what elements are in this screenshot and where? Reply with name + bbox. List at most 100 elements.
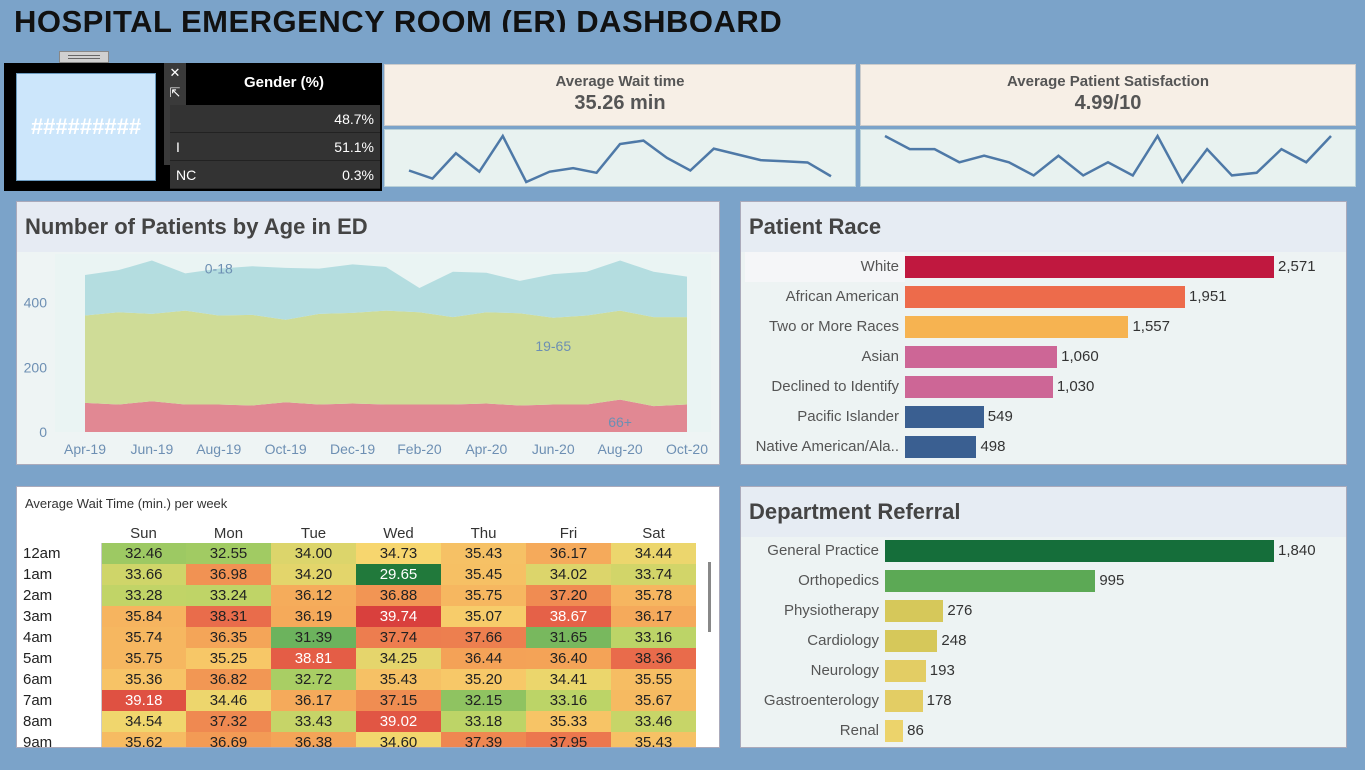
heatmap-cell[interactable]: 35.84 — [101, 606, 186, 627]
gender-row[interactable]: I 51.1% — [170, 133, 380, 161]
bar-value-label: 498 — [980, 438, 1006, 455]
bar[interactable] — [905, 316, 1129, 338]
heatmap-row: 9am 35.62 36.69 36.38 34.60 37.39 37.95 35.43 — [21, 732, 696, 747]
gender-row[interactable]: NC 0.3% — [170, 161, 380, 189]
bar[interactable] — [905, 436, 977, 458]
heatmap-cell[interactable]: 32.72 — [271, 669, 356, 690]
heatmap-cell[interactable]: 36.35 — [186, 627, 271, 648]
bar[interactable] — [905, 346, 1058, 368]
heatmap-cell[interactable]: 33.24 — [186, 585, 271, 606]
heatmap-cell[interactable]: 38.36 — [611, 648, 696, 669]
bar[interactable] — [885, 660, 926, 682]
heatmap-cell[interactable]: 35.62 — [101, 732, 186, 747]
bar[interactable] — [885, 600, 944, 622]
heatmap-cell[interactable]: 34.60 — [356, 732, 441, 747]
heatmap-cell[interactable]: 34.44 — [611, 543, 696, 564]
heatmap-cell[interactable]: 35.45 — [441, 564, 526, 585]
heatmap-cell[interactable]: 32.55 — [186, 543, 271, 564]
heatmap-cell[interactable]: 39.02 — [356, 711, 441, 732]
heatmap-cell[interactable]: 34.73 — [356, 543, 441, 564]
heatmap-cell[interactable]: 37.15 — [356, 690, 441, 711]
heatmap-cell[interactable]: 35.33 — [526, 711, 611, 732]
heatmap-cell[interactable]: 37.66 — [441, 627, 526, 648]
heatmap-cell[interactable]: 36.38 — [271, 732, 356, 747]
heatmap-cell[interactable]: 32.15 — [441, 690, 526, 711]
heatmap-cell[interactable]: 36.17 — [271, 690, 356, 711]
heatmap-cell[interactable]: 35.43 — [356, 669, 441, 690]
area-series-19-65[interactable] — [85, 310, 687, 407]
heatmap-cell[interactable]: 36.98 — [186, 564, 271, 585]
heatmap-cell[interactable]: 31.65 — [526, 627, 611, 648]
bar[interactable] — [885, 630, 938, 652]
heatmap-cell[interactable]: 38.81 — [271, 648, 356, 669]
heatmap-scrollbar[interactable] — [708, 562, 711, 632]
heatmap-cell[interactable]: 34.54 — [101, 711, 186, 732]
heatmap-row-label: 4am — [21, 627, 102, 648]
heatmap-cell[interactable]: 35.20 — [441, 669, 526, 690]
heatmap-cell[interactable]: 35.36 — [101, 669, 186, 690]
heatmap-cell[interactable]: 35.67 — [611, 690, 696, 711]
heatmap-cell[interactable]: 33.18 — [441, 711, 526, 732]
heatmap-cell[interactable]: 34.41 — [526, 669, 611, 690]
bar-value-label: 178 — [926, 692, 952, 709]
heatmap-cell[interactable]: 32.46 — [101, 543, 186, 564]
heatmap-cell[interactable]: 29.65 — [356, 564, 441, 585]
heatmap-cell[interactable]: 35.07 — [441, 606, 526, 627]
heatmap-cell[interactable]: 36.19 — [271, 606, 356, 627]
heatmap-cell[interactable]: 33.74 — [611, 564, 696, 585]
bar[interactable] — [885, 540, 1274, 562]
heatmap-cell[interactable]: 36.17 — [611, 606, 696, 627]
heatmap-cell[interactable]: 34.25 — [356, 648, 441, 669]
heatmap-cell[interactable]: 33.16 — [611, 627, 696, 648]
heatmap-cell[interactable]: 31.39 — [271, 627, 356, 648]
heatmap-cell[interactable]: 35.74 — [101, 627, 186, 648]
heatmap-cell[interactable]: 37.74 — [356, 627, 441, 648]
heatmap-cell[interactable]: 35.75 — [441, 585, 526, 606]
bar[interactable] — [905, 376, 1053, 398]
drag-handle[interactable] — [59, 51, 109, 63]
heatmap-cell[interactable]: 39.18 — [101, 690, 186, 711]
heatmap-cell[interactable]: 35.43 — [441, 543, 526, 564]
heatmap-cell[interactable]: 36.40 — [526, 648, 611, 669]
open-icon[interactable]: ⇱ — [170, 85, 181, 101]
heatmap-cell[interactable]: 35.25 — [186, 648, 271, 669]
bar-row[interactable] — [741, 716, 1346, 746]
bar[interactable] — [885, 720, 904, 742]
heatmap-cell[interactable]: 35.78 — [611, 585, 696, 606]
heatmap-cell[interactable]: 35.55 — [611, 669, 696, 690]
heatmap-cell[interactable]: 36.69 — [186, 732, 271, 747]
heatmap-cell[interactable]: 37.39 — [441, 732, 526, 747]
heatmap-cell[interactable]: 38.67 — [526, 606, 611, 627]
heatmap-cell[interactable]: 37.32 — [186, 711, 271, 732]
heatmap-column-header: Mon — [213, 524, 244, 542]
heatmap-cell[interactable]: 33.16 — [526, 690, 611, 711]
heatmap-cell[interactable]: 34.46 — [186, 690, 271, 711]
bar[interactable] — [905, 256, 1274, 278]
heatmap-row-label: 2am — [21, 585, 102, 606]
heatmap-cell[interactable]: 36.88 — [356, 585, 441, 606]
heatmap-cell[interactable]: 39.74 — [356, 606, 441, 627]
heatmap-cell[interactable]: 36.12 — [271, 585, 356, 606]
heatmap-cell[interactable]: 38.31 — [186, 606, 271, 627]
heatmap-cell[interactable]: 33.28 — [101, 585, 186, 606]
heatmap-cell[interactable]: 33.46 — [611, 711, 696, 732]
close-icon[interactable]: ✕ — [170, 65, 181, 81]
bar[interactable] — [885, 690, 923, 712]
heatmap-cell[interactable]: 35.75 — [101, 648, 186, 669]
gender-row[interactable]: 48.7% — [170, 105, 380, 133]
heatmap-cell[interactable]: 36.17 — [526, 543, 611, 564]
heatmap-cell[interactable]: 37.20 — [526, 585, 611, 606]
bar[interactable] — [885, 570, 1096, 592]
heatmap-cell[interactable]: 34.20 — [271, 564, 356, 585]
heatmap-cell[interactable]: 34.00 — [271, 543, 356, 564]
bar-category-label: Cardiology — [807, 632, 879, 649]
heatmap-cell[interactable]: 35.43 — [611, 732, 696, 747]
bar[interactable] — [905, 406, 984, 428]
heatmap-cell[interactable]: 37.95 — [526, 732, 611, 747]
heatmap-cell[interactable]: 36.82 — [186, 669, 271, 690]
bar[interactable] — [905, 286, 1185, 308]
heatmap-cell[interactable]: 36.44 — [441, 648, 526, 669]
heatmap-cell[interactable]: 33.43 — [271, 711, 356, 732]
heatmap-cell[interactable]: 33.66 — [101, 564, 186, 585]
heatmap-cell[interactable]: 34.02 — [526, 564, 611, 585]
